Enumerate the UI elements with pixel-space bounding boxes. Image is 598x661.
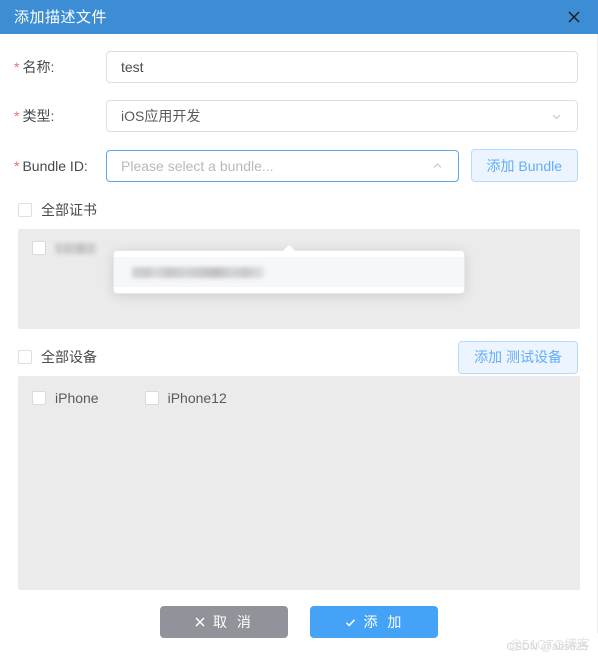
devices-panel: iPhone iPhone12 bbox=[18, 376, 580, 590]
bundle-id-label: * Bundle ID: bbox=[14, 157, 88, 174]
check-icon bbox=[344, 616, 357, 629]
add-test-device-button[interactable]: 添加 测试设备 bbox=[458, 340, 578, 374]
type-label: * 类型: bbox=[14, 108, 55, 124]
device-list: iPhone iPhone12 bbox=[32, 390, 566, 406]
bundle-dropdown-item[interactable] bbox=[114, 257, 464, 287]
select-all-certificates-checkbox[interactable]: 全部证书 bbox=[18, 200, 97, 220]
cancel-button[interactable]: 取 消 bbox=[160, 606, 288, 638]
device-item-iphone[interactable]: iPhone bbox=[32, 390, 99, 406]
chevron-up-icon bbox=[431, 159, 444, 172]
checkbox-box bbox=[18, 350, 32, 364]
certificate-name-redacted bbox=[55, 242, 97, 254]
name-input[interactable]: test bbox=[106, 51, 578, 83]
device-item-label: iPhone12 bbox=[167, 390, 227, 406]
dialog-titlebar: 添加描述文件 bbox=[0, 0, 598, 34]
submit-button-label: 添 加 bbox=[363, 614, 405, 630]
add-provisioning-profile-dialog: 添加描述文件 * 名称: test * 类型: iOS应用开发 * Bundle… bbox=[0, 0, 598, 661]
close-icon[interactable] bbox=[564, 7, 584, 27]
form-row-type: * 类型: iOS应用开发 bbox=[0, 100, 598, 132]
checkbox-box bbox=[18, 203, 32, 217]
select-all-devices-checkbox[interactable]: 全部设备 bbox=[18, 347, 97, 367]
required-marker: * bbox=[14, 108, 20, 124]
checkbox-box bbox=[144, 391, 159, 405]
required-marker: * bbox=[14, 59, 20, 75]
required-marker: * bbox=[14, 157, 20, 174]
cancel-button-label: 取 消 bbox=[213, 614, 254, 630]
name-input-value: test bbox=[121, 59, 144, 75]
checkbox-box bbox=[32, 391, 46, 405]
type-select-value: iOS应用开发 bbox=[121, 108, 201, 124]
select-all-devices-label: 全部设备 bbox=[41, 349, 97, 365]
form-row-bundle-id: * Bundle ID: Please select a bundle... 添加… bbox=[0, 149, 598, 182]
submit-button[interactable]: 添 加 bbox=[310, 606, 438, 638]
chevron-down-icon bbox=[550, 110, 563, 123]
type-select[interactable]: iOS应用开发 bbox=[106, 100, 578, 132]
devices-section-header: 全部设备 添加 测试设备 bbox=[0, 340, 598, 374]
checkbox-box[interactable] bbox=[32, 241, 46, 255]
dialog-body: * 名称: test * 类型: iOS应用开发 * Bundle ID: Pl… bbox=[0, 51, 598, 638]
dialog-title: 添加描述文件 bbox=[14, 8, 108, 26]
form-row-name: * 名称: test bbox=[0, 51, 598, 83]
bundle-name-redacted bbox=[132, 266, 264, 278]
certificates-section-header: 全部证书 bbox=[0, 200, 598, 220]
watermark-primary: @51CTO博客 bbox=[509, 637, 590, 652]
bundle-id-dropdown bbox=[113, 250, 465, 294]
watermark-secondary: CSDN @abs625 bbox=[506, 641, 588, 653]
device-item-iphone12[interactable]: iPhone12 bbox=[144, 390, 227, 406]
dialog-footer: 取 消 添 加 bbox=[0, 606, 598, 638]
bundle-id-select[interactable]: Please select a bundle... bbox=[106, 149, 459, 182]
cross-icon bbox=[194, 616, 206, 628]
bundle-id-placeholder: Please select a bundle... bbox=[121, 157, 274, 174]
name-label: * 名称: bbox=[14, 59, 55, 75]
device-item-label: iPhone bbox=[55, 390, 99, 406]
select-all-certificates-label: 全部证书 bbox=[41, 202, 97, 218]
add-bundle-button[interactable]: 添加 Bundle bbox=[470, 149, 578, 182]
